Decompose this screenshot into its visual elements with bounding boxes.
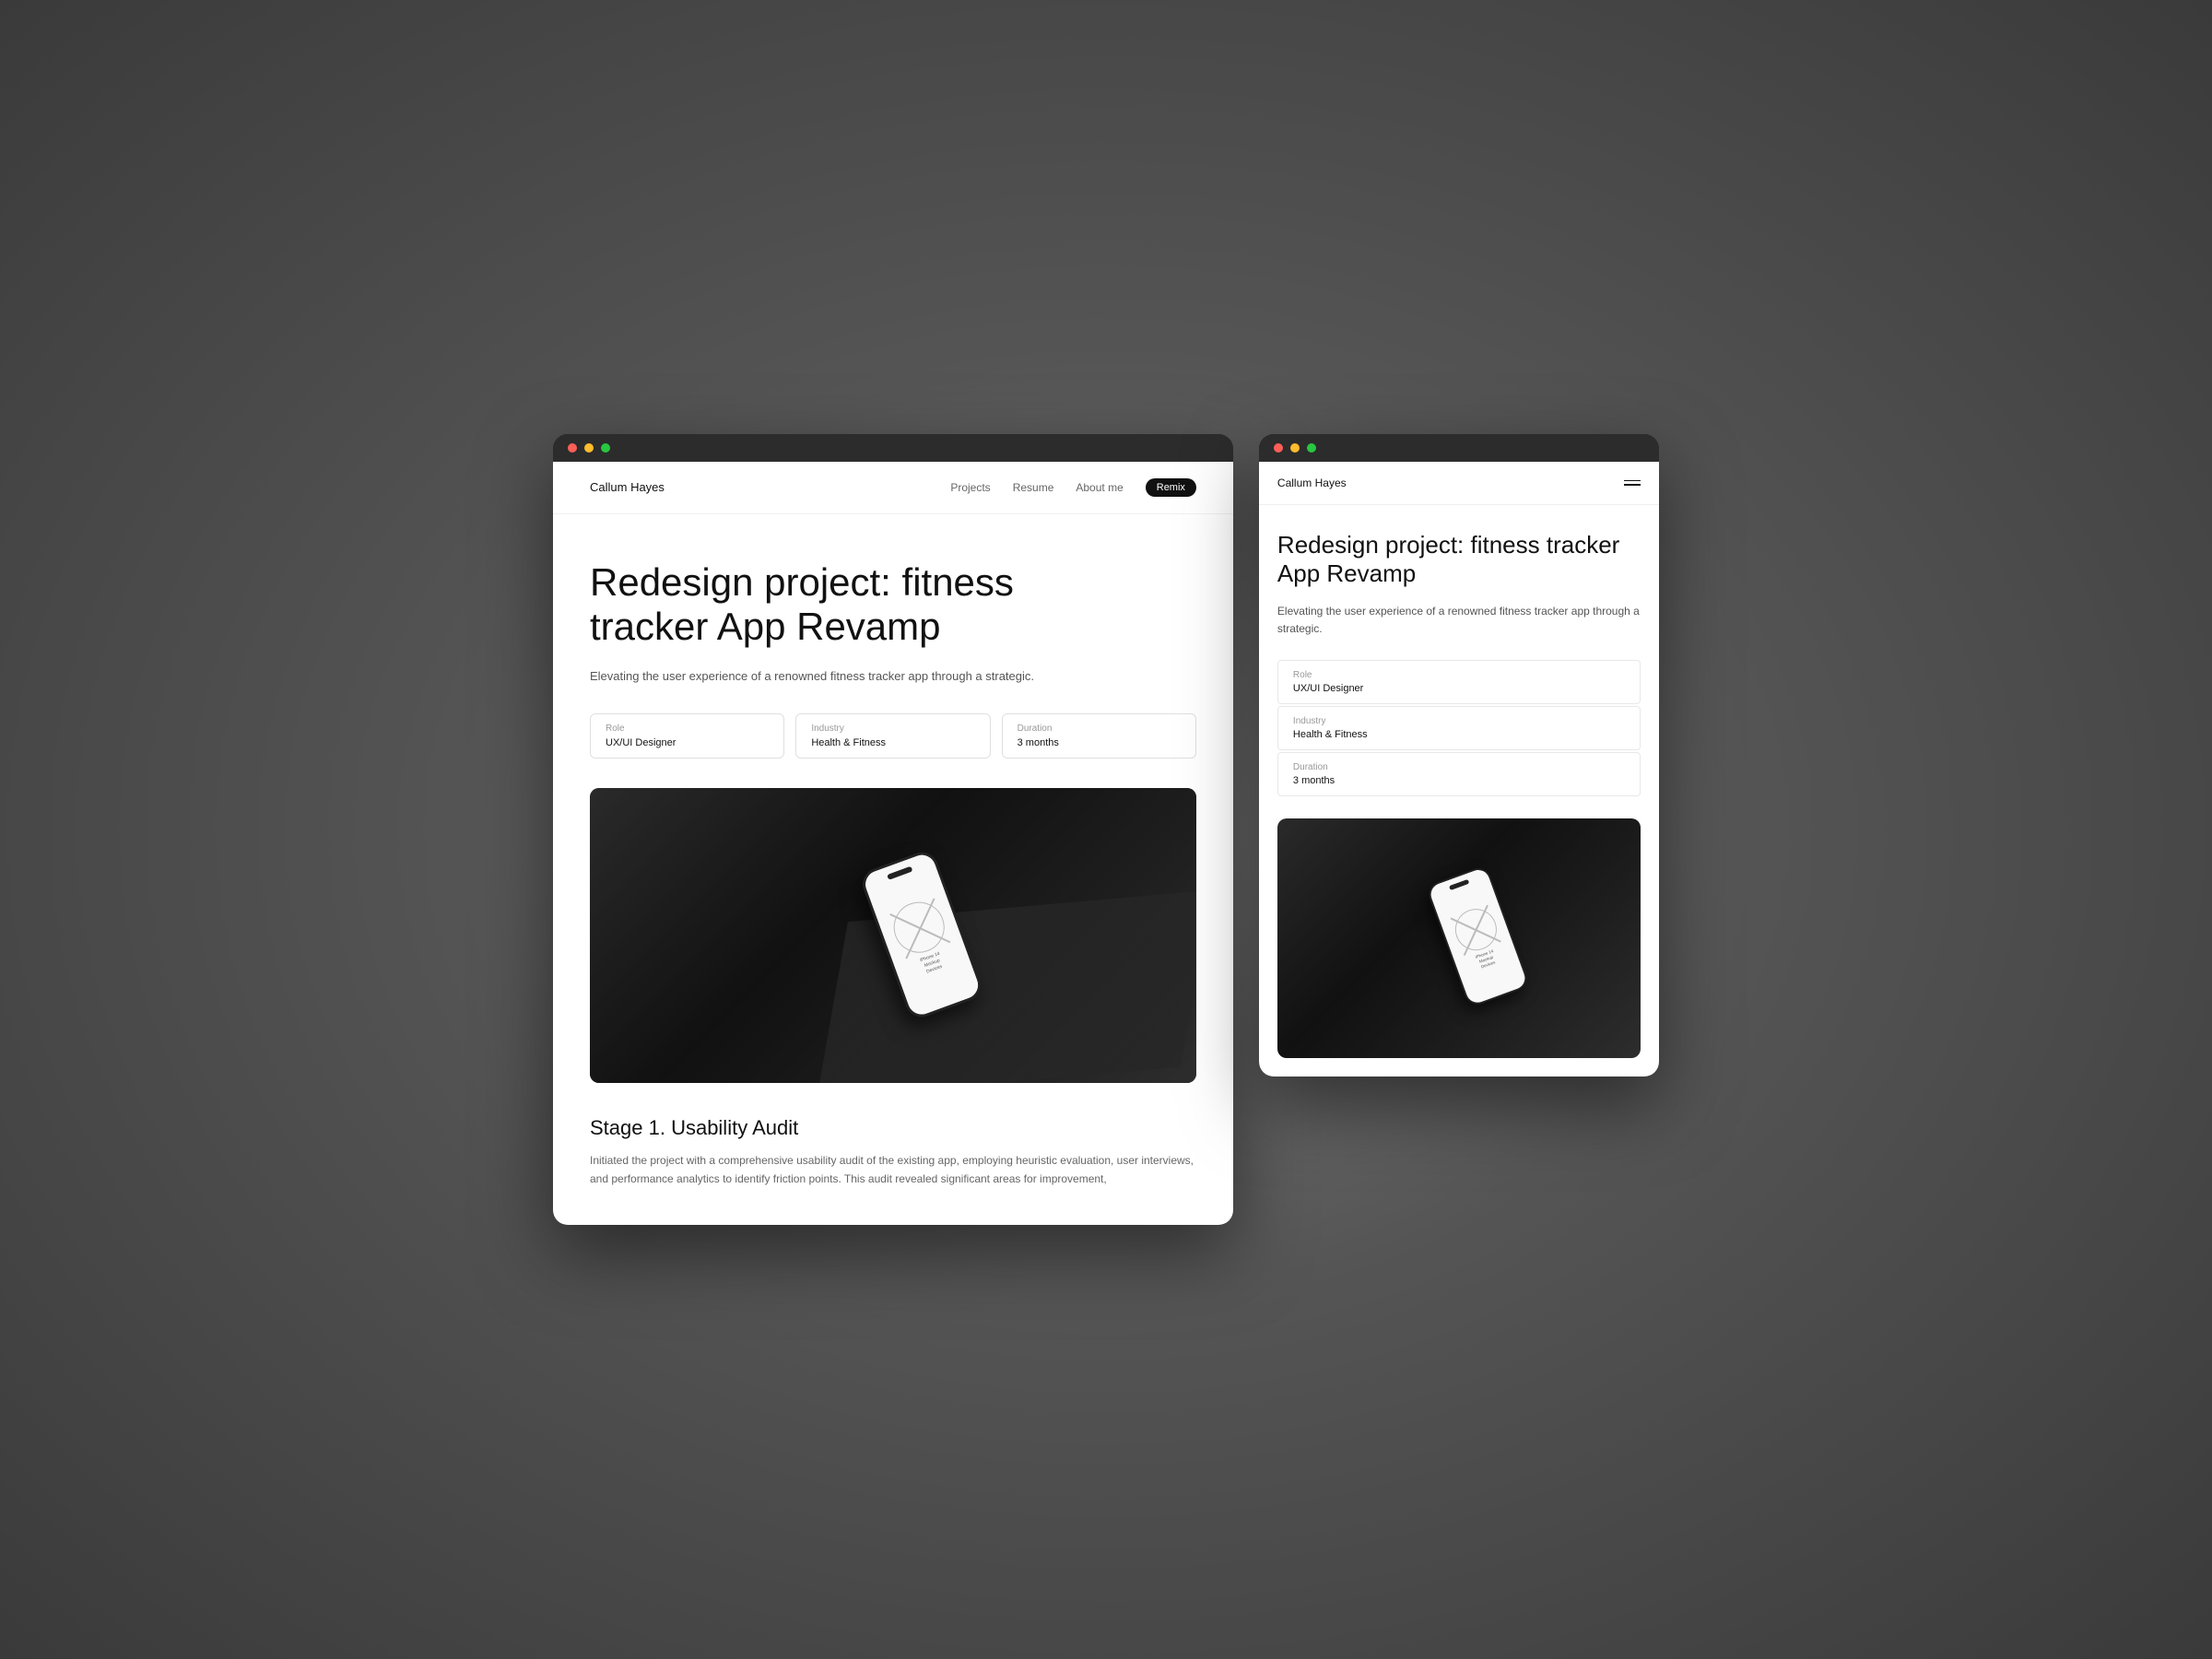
- nav-link-projects[interactable]: Projects: [950, 481, 990, 494]
- mobile-dot-minimize[interactable]: [1290, 443, 1300, 453]
- desktop-page: Callum Hayes Projects Resume About me Re…: [553, 462, 1233, 1226]
- meta-label-industry: Industry: [811, 724, 974, 734]
- meta-cards: Role UX/UI Designer Industry Health & Fi…: [590, 713, 1196, 759]
- meta-card-industry: Industry Health & Fitness: [795, 713, 990, 759]
- mobile-meta-card-duration: Duration 3 months: [1277, 752, 1641, 796]
- page-title: Redesign project: fitness tracker App Re…: [590, 560, 1051, 650]
- mobile-meta-label-industry: Industry: [1293, 716, 1625, 726]
- phone-mockup-container: iPhone 14 Mockup Devices: [590, 788, 1196, 1083]
- browser-dot-minimize[interactable]: [584, 443, 594, 453]
- mobile-meta-cards: Role UX/UI Designer Industry Health & Fi…: [1277, 660, 1641, 796]
- phone-circle-x: [887, 895, 951, 959]
- mobile-phone-circle-x: [1449, 903, 1502, 957]
- meta-value-duration: 3 months: [1018, 737, 1181, 748]
- mobile-meta-label-duration: Duration: [1293, 762, 1625, 772]
- desktop-nav-links: Projects Resume About me Remix: [950, 478, 1196, 497]
- mobile-phone-mockup: iPhone 14 Mockup Devices: [1426, 865, 1531, 1007]
- mobile-logo: Callum Hayes: [1277, 477, 1347, 489]
- mobile-dot-close[interactable]: [1274, 443, 1283, 453]
- stage-text: Initiated the project with a comprehensi…: [590, 1151, 1196, 1189]
- meta-value-industry: Health & Fitness: [811, 737, 974, 748]
- mobile-meta-label-role: Role: [1293, 670, 1625, 680]
- stage-title: Stage 1. Usability Audit: [590, 1116, 1196, 1140]
- hamburger-line-1: [1624, 480, 1641, 482]
- mobile-hero-image: iPhone 14 Mockup Devices: [1277, 818, 1641, 1058]
- meta-card-duration: Duration 3 months: [1002, 713, 1196, 759]
- mobile-phone-text: iPhone 14 Mockup Devices: [1475, 948, 1499, 971]
- meta-value-role: UX/UI Designer: [606, 737, 769, 748]
- meta-label-duration: Duration: [1018, 724, 1181, 734]
- page-subtitle: Elevating the user experience of a renow…: [590, 667, 1051, 686]
- desktop-browser-window: Callum Hayes Projects Resume About me Re…: [553, 434, 1233, 1226]
- desktop-nav: Callum Hayes Projects Resume About me Re…: [553, 462, 1233, 514]
- meta-card-role: Role UX/UI Designer: [590, 713, 784, 759]
- mobile-main: Redesign project: fitness tracker App Re…: [1259, 505, 1659, 1077]
- mobile-chrome: [1259, 434, 1659, 462]
- hero-image: iPhone 14 Mockup Devices: [590, 788, 1196, 1083]
- nav-link-about[interactable]: About me: [1076, 481, 1123, 494]
- browser-content: Callum Hayes Projects Resume About me Re…: [553, 462, 1233, 1226]
- browser-dot-maximize[interactable]: [601, 443, 610, 453]
- mobile-browser-window: Callum Hayes Redesign project: fitness t…: [1259, 434, 1659, 1077]
- browser-dot-close[interactable]: [568, 443, 577, 453]
- desktop-logo: Callum Hayes: [590, 480, 665, 494]
- phone-text: iPhone 14 Mockup Devices: [920, 951, 946, 976]
- screens-container: Callum Hayes Projects Resume About me Re…: [553, 434, 1659, 1226]
- mobile-nav: Callum Hayes: [1259, 462, 1659, 505]
- mobile-phone-screen: iPhone 14 Mockup Devices: [1428, 867, 1528, 1006]
- mobile-dot-maximize[interactable]: [1307, 443, 1316, 453]
- hamburger-line-2: [1624, 484, 1641, 486]
- nav-link-remix[interactable]: Remix: [1146, 478, 1196, 497]
- hamburger-menu-button[interactable]: [1624, 480, 1641, 486]
- mobile-meta-card-role: Role UX/UI Designer: [1277, 660, 1641, 704]
- mobile-meta-value-role: UX/UI Designer: [1293, 683, 1625, 694]
- meta-label-role: Role: [606, 724, 769, 734]
- nav-link-resume[interactable]: Resume: [1013, 481, 1054, 494]
- mobile-meta-value-industry: Health & Fitness: [1293, 729, 1625, 740]
- mobile-page-title: Redesign project: fitness tracker App Re…: [1277, 531, 1641, 588]
- mobile-page-subtitle: Elevating the user experience of a renow…: [1277, 603, 1641, 638]
- stage-section: Stage 1. Usability Audit Initiated the p…: [590, 1116, 1196, 1189]
- mobile-meta-value-duration: 3 months: [1293, 775, 1625, 786]
- browser-chrome: [553, 434, 1233, 462]
- mobile-content: Callum Hayes Redesign project: fitness t…: [1259, 462, 1659, 1077]
- desktop-main: Redesign project: fitness tracker App Re…: [553, 514, 1233, 1226]
- mobile-meta-card-industry: Industry Health & Fitness: [1277, 706, 1641, 750]
